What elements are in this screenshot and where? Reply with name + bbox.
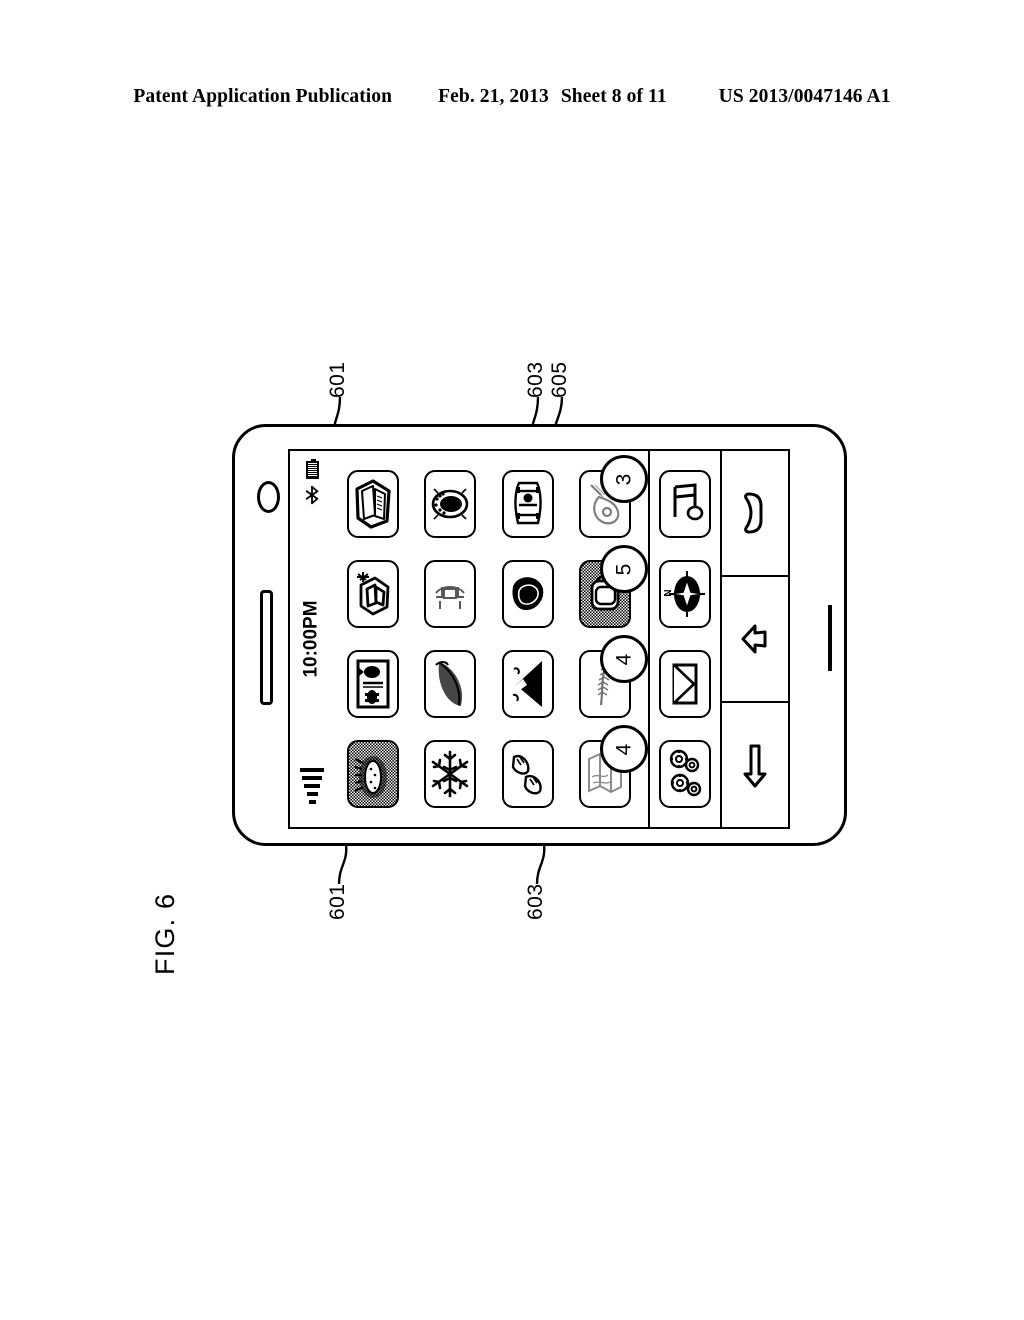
snowflake-app[interactable] <box>424 740 477 808</box>
photos-app[interactable] <box>346 560 399 628</box>
feather-app[interactable]: 4 <box>579 635 649 718</box>
device-screen: 10:00PM 3 5 4 4 N <box>288 449 790 829</box>
app-cell <box>412 639 490 729</box>
app-cell <box>334 549 412 639</box>
mail-app[interactable] <box>659 650 711 718</box>
app-cell: 4 <box>567 635 649 729</box>
app-cell <box>489 459 567 549</box>
app-cell <box>489 729 567 819</box>
mountain-app[interactable] <box>501 650 554 718</box>
dock: N <box>648 451 720 827</box>
camera-icon <box>257 481 280 513</box>
music-app[interactable] <box>659 470 711 538</box>
figure-6: 601 603 605 601 603 10:00PM 3 5 4 4 N <box>0 0 1024 1320</box>
app-cell <box>334 459 412 549</box>
helmet-app[interactable] <box>501 560 554 628</box>
reference-numeral-601-top: 601 <box>326 361 349 398</box>
reference-numeral-603-top: 603 <box>524 361 547 398</box>
app-cell: 4 <box>567 725 649 819</box>
settings-app[interactable] <box>659 740 711 808</box>
app-cell <box>489 639 567 729</box>
side-button[interactable] <box>828 605 832 671</box>
app-cell <box>334 729 412 819</box>
app-cell: 5 <box>567 545 649 639</box>
bag-app[interactable]: 5 <box>579 545 649 628</box>
compass-app[interactable]: N <box>659 560 711 628</box>
status-clock: 10:00PM <box>290 594 334 684</box>
app-cell <box>334 639 412 729</box>
bluetooth-icon <box>290 483 334 507</box>
app-cell <box>489 549 567 639</box>
figure-caption: FIG. 6 <box>150 892 180 975</box>
badge-count: 3 <box>600 455 649 503</box>
map-app[interactable]: 4 <box>579 725 649 808</box>
stadium-app[interactable] <box>424 470 477 538</box>
app-cell <box>412 729 490 819</box>
mobile-device: 10:00PM 3 5 4 4 N <box>232 424 847 846</box>
documents-app[interactable] <box>346 470 399 538</box>
earpiece-speaker <box>260 590 273 705</box>
app-cell <box>412 549 490 639</box>
back-button[interactable] <box>722 577 788 703</box>
bridge-app[interactable] <box>424 560 477 628</box>
hardware-buttons <box>720 451 788 827</box>
call-button[interactable] <box>722 451 788 577</box>
app-cell: 3 <box>567 455 649 549</box>
reference-numeral-605-top: 605 <box>548 361 571 398</box>
reference-numeral-601-bottom: 601 <box>326 883 349 920</box>
signal-strength-icon <box>290 751 334 821</box>
clock-label: 10:00PM <box>301 600 323 678</box>
reference-numeral-603-bottom: 603 <box>524 883 547 920</box>
leaf-app[interactable] <box>424 650 477 718</box>
app-grid: 3 5 4 4 <box>334 451 649 827</box>
menu-button[interactable] <box>722 703 788 827</box>
sunrise-app[interactable] <box>346 740 399 808</box>
battery-icon <box>290 458 334 481</box>
guitar-app[interactable]: 3 <box>579 455 649 538</box>
app-cell <box>412 459 490 549</box>
badge-count: 5 <box>600 545 649 593</box>
shoes-app[interactable] <box>501 740 554 808</box>
badge-count: 4 <box>600 635 649 683</box>
badge-count: 4 <box>600 725 649 773</box>
status-bar: 10:00PM <box>290 451 334 827</box>
compass-north-label: N <box>664 589 674 596</box>
car-app[interactable] <box>501 470 554 538</box>
cards-app[interactable] <box>346 650 399 718</box>
